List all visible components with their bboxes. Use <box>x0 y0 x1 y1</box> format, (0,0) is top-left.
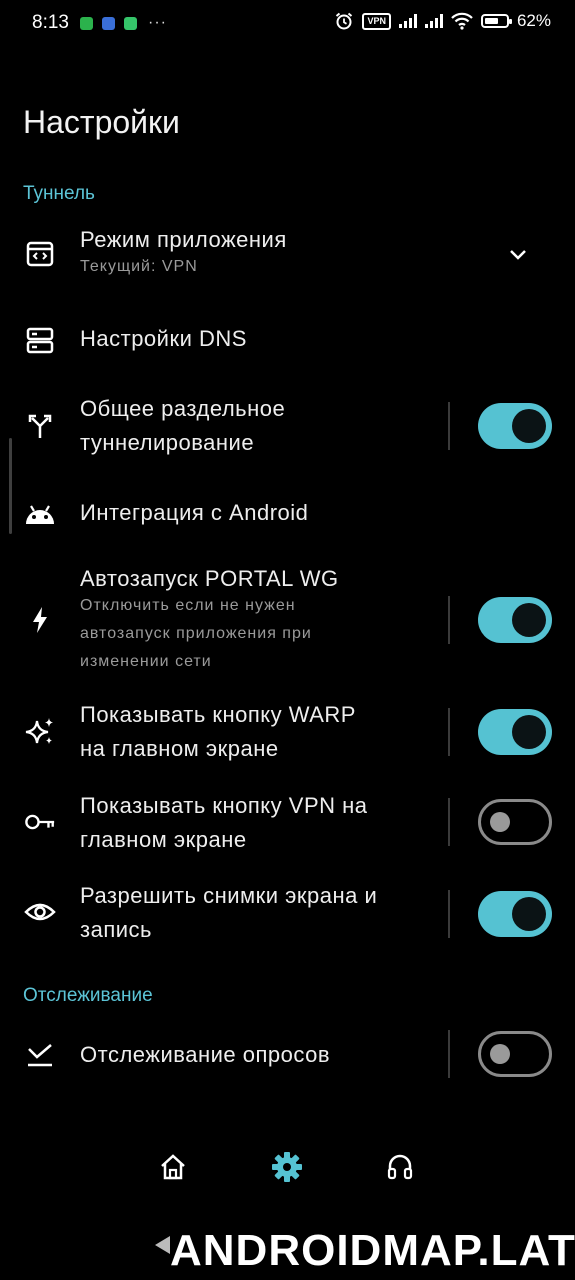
app-notification-icon <box>102 16 115 30</box>
divider <box>448 798 450 846</box>
home-icon <box>161 1154 185 1180</box>
setting-title: главном экране <box>80 827 247 852</box>
more-notifications-icon: ··· <box>148 14 167 31</box>
setting-title: Интеграция с Android <box>80 500 309 525</box>
divider <box>448 1030 450 1078</box>
toggle-screenshots[interactable] <box>478 891 552 937</box>
toggle-autostart[interactable] <box>478 597 552 643</box>
eye-icon <box>24 896 56 928</box>
status-right: VPN 62% <box>334 11 551 31</box>
setting-title: Показывать кнопку WARP <box>80 702 356 727</box>
setting-title: Отслеживание опросов <box>80 1042 331 1067</box>
watermark: ANDROIDMAP.LAT <box>170 1226 575 1275</box>
setting-title: Настройки DNS <box>80 326 247 351</box>
chevron-down-icon[interactable] <box>506 242 530 266</box>
divider <box>448 708 450 756</box>
poll-tracking-icon <box>24 1040 56 1072</box>
headset-icon <box>387 1154 413 1180</box>
setting-subtitle: Отключить если не нужен <box>80 597 296 614</box>
toggle-split-tunneling[interactable] <box>478 403 552 449</box>
section-header-tracking: Отслеживание <box>23 985 153 1006</box>
setting-title: туннелирование <box>80 430 255 455</box>
gear-icon <box>272 1152 302 1182</box>
signal-icon <box>398 14 417 28</box>
sparkle-icon <box>24 716 56 748</box>
alarm-icon <box>336 12 353 30</box>
setting-title: Показывать кнопку VPN на <box>80 793 368 818</box>
nav-home[interactable] <box>158 1152 188 1187</box>
setting-title: Режим приложения <box>80 227 287 252</box>
signal-icon <box>424 14 443 28</box>
toggle-vpn-button[interactable] <box>478 799 552 845</box>
setting-title: Общее раздельное <box>80 396 286 421</box>
toggle-warp-button[interactable] <box>478 709 552 755</box>
divider <box>448 402 450 450</box>
app-notification-icon <box>124 16 137 30</box>
app-window-icon <box>24 238 56 270</box>
key-icon <box>24 806 56 838</box>
divider <box>448 890 450 938</box>
whatsapp-icon <box>80 16 93 30</box>
split-arrows-icon <box>24 410 56 442</box>
back-icon[interactable] <box>152 1234 172 1256</box>
page-title: Настройки <box>23 104 180 140</box>
vpn-badge: VPN <box>362 12 391 30</box>
lightning-icon <box>24 604 56 636</box>
setting-subtitle: автозапуск приложения при <box>80 625 312 642</box>
status-time: 8:13 <box>32 12 69 33</box>
setting-title: на главном экране <box>80 736 279 761</box>
setting-subtitle: изменении сети <box>80 653 212 670</box>
dns-server-icon <box>24 324 56 356</box>
status-notification-icons: ··· <box>80 14 167 32</box>
setting-subtitle: Текущий: VPN <box>80 258 198 275</box>
android-icon <box>24 497 56 529</box>
setting-title: Автозапуск PORTAL WG <box>80 566 339 591</box>
setting-title: Разрешить снимки экрана и <box>80 883 378 908</box>
battery-percent: 62% <box>516 11 551 30</box>
setting-title: запись <box>80 917 152 942</box>
battery-icon <box>480 14 512 28</box>
nav-settings[interactable] <box>270 1150 304 1189</box>
section-header-tunnel: Туннель <box>23 183 95 204</box>
toggle-poll-tracking[interactable] <box>478 1031 552 1077</box>
scroll-indicator <box>9 438 12 534</box>
nav-support[interactable] <box>385 1152 415 1187</box>
divider <box>448 596 450 644</box>
wifi-icon <box>451 12 473 30</box>
